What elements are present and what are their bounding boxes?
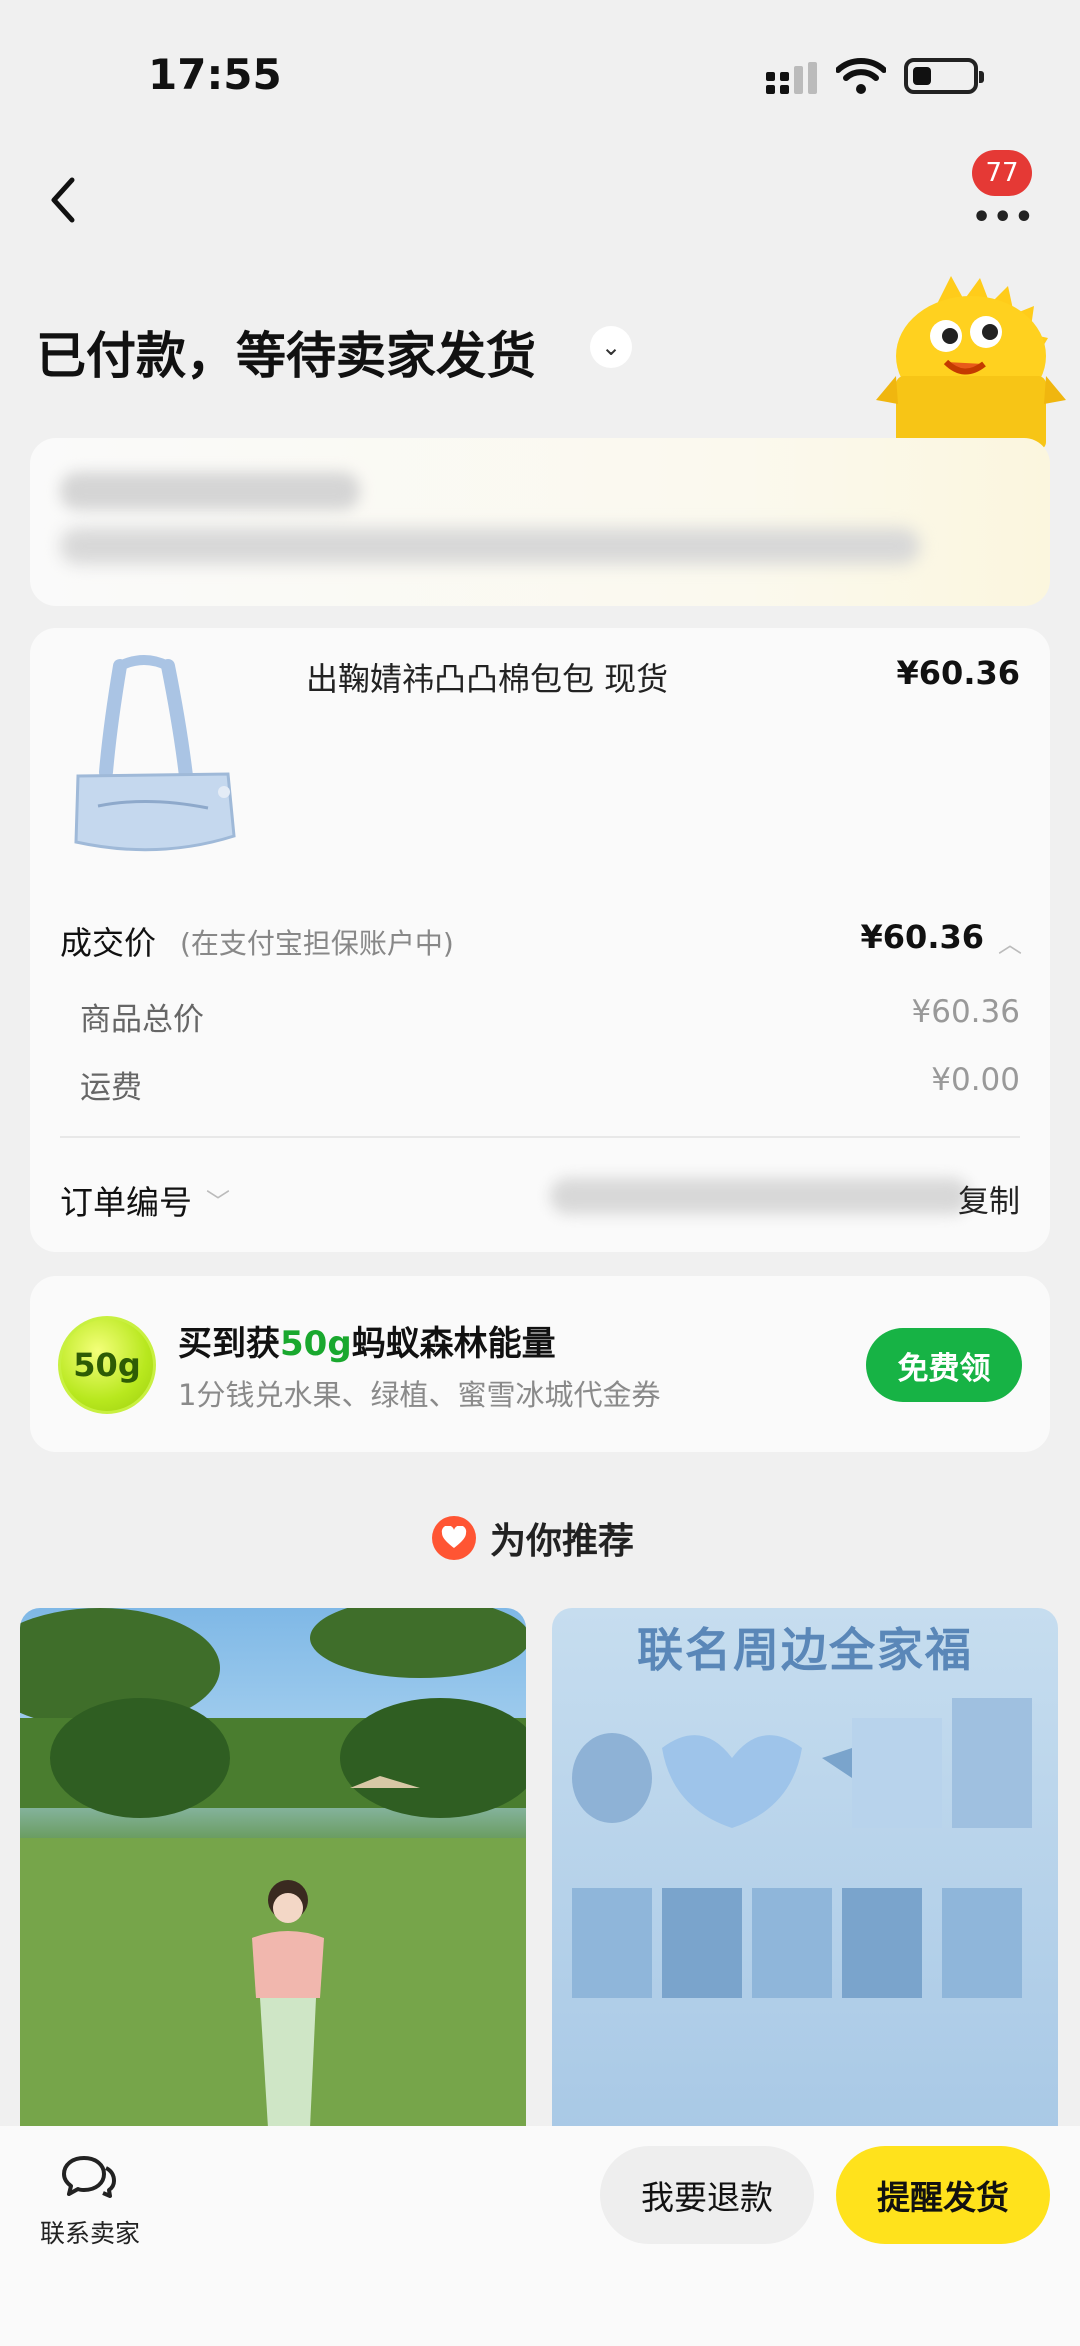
deal-price-value: ¥60.36 [860,918,984,956]
product-price: ¥60.36 [896,654,1020,692]
address-redacted [60,528,920,564]
energy-title: 买到获50g蚂蚁森林能量 [178,1324,556,1364]
remind-shipping-button[interactable]: 提醒发货 [836,2146,1050,2244]
order-number-label: 订单编号 [60,1183,192,1222]
chevron-up-icon[interactable]: ︿ [998,924,1022,959]
copy-order-number-button[interactable]: 复制 [958,1176,1020,1221]
shipping-address-card[interactable] [30,438,1050,606]
claim-free-button[interactable]: 免费领 [866,1328,1022,1402]
order-status-title: 已付款，等待卖家发货 [36,327,536,385]
deal-price-label: 成交价 [60,924,157,962]
subtotal-label: 商品总价 [80,1002,204,1038]
product-name[interactable]: 出鞠婧祎凸凸棉包包 现货 [306,654,668,700]
ant-forest-energy-card: 50g 买到获50g蚂蚁森林能量 1分钱兑水果、绿植、蜜雪冰城代金券 免费领 [30,1276,1050,1452]
back-arrow-icon[interactable] [40,170,90,230]
recommend-card-2-image[interactable]: 联名周边全家福 [552,1608,1058,2128]
recipient-name-redacted [60,472,360,510]
shipping-fee-value: ¥0.00 [931,1062,1020,1098]
cellular-signal-icon [766,62,817,94]
divider [60,1136,1020,1138]
status-bar: 17:55 [0,0,1080,150]
chat-bubble-icon[interactable] [60,2154,118,2204]
heart-icon [432,1516,476,1560]
chevron-down-icon[interactable]: ⌄ [590,326,632,368]
product-thumbnail[interactable] [58,646,258,876]
chevron-down-icon[interactable]: ﹀ [206,1182,230,1217]
energy-ball-icon: 50g [58,1316,156,1414]
subtotal-value: ¥60.36 [911,994,1020,1030]
order-number-redacted [550,1178,970,1214]
status-time: 17:55 [148,50,282,99]
notification-badge: 77 [972,150,1032,196]
order-detail-card: 出鞠婧祎凸凸棉包包 现货 ¥60.36 成交价 (在支付宝担保账户中) ¥60.… [30,628,1050,1252]
wifi-icon [836,58,886,94]
refund-button[interactable]: 我要退款 [600,2146,814,2244]
recommend-heading: 为你推荐 [432,1510,634,1566]
contact-seller-label[interactable]: 联系卖家 [40,2214,140,2250]
battery-icon [904,58,984,94]
recommend-card-1-image[interactable] [20,1608,526,2128]
deal-price-note: (在支付宝担保账户中) [180,927,454,960]
more-options-icon[interactable]: ••• [972,200,1036,235]
energy-subtitle: 1分钱兑水果、绿植、蜜雪冰城代金券 [178,1378,661,1412]
mascot-character-icon [876,276,1066,450]
bottom-action-bar: 联系卖家 我要退款 提醒发货 [0,2126,1080,2346]
shipping-fee-label: 运费 [80,1070,142,1106]
